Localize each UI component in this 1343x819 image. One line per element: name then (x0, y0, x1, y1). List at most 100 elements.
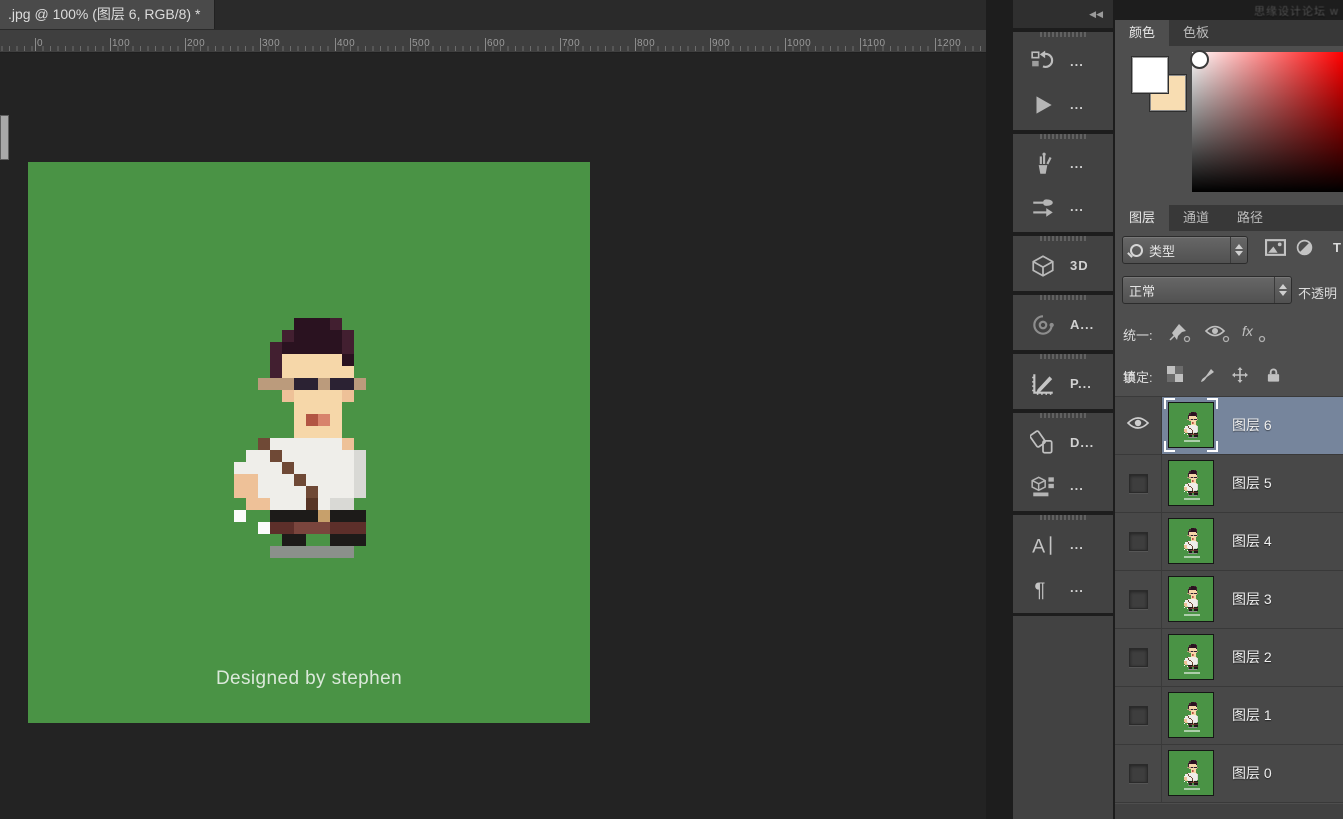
layer-row[interactable]: 图层 5 (1115, 455, 1343, 513)
section-grip-icon[interactable] (1040, 515, 1086, 520)
collapse-arrows-icon: ◀◀ (1089, 9, 1103, 19)
tab-channels[interactable]: 通道 (1169, 205, 1223, 231)
layer-visibility-toggle[interactable] (1115, 513, 1162, 570)
layer-visibility-toggle[interactable] (1115, 397, 1162, 454)
panel-button-label: ... (1070, 537, 1084, 552)
ruler-label: 700 (562, 38, 580, 49)
panel-button-3d-cube[interactable]: 3D (1013, 244, 1113, 287)
panel-button-graph-pencil[interactable]: P... (1013, 362, 1113, 405)
panel-button-device-preview[interactable]: D... (1013, 421, 1113, 464)
tab-color[interactable]: 颜色 (1115, 20, 1169, 46)
layer-row[interactable]: 图层 0 (1115, 745, 1343, 803)
section-grip-icon[interactable] (1040, 236, 1086, 241)
history-icon (1030, 49, 1060, 75)
filter-image-icon[interactable] (1265, 239, 1286, 261)
unify-label: 统一: (1123, 325, 1153, 344)
layers-list: 图层 6 图层 5图层 4图层 3 图层 2 图层 1 图层 0 (1115, 397, 1343, 803)
panel-button-brush-settings[interactable]: ... (1013, 185, 1113, 228)
panel-button-3d-material[interactable]: ... (1013, 464, 1113, 507)
3d-cube-icon (1030, 253, 1060, 279)
ruler-label: 100 (112, 38, 130, 49)
layer-row[interactable]: 图层 3 (1115, 571, 1343, 629)
thumbnail-credit-line (1184, 730, 1200, 732)
panel-dock-section: P... (1013, 354, 1113, 409)
panel-button-history[interactable]: ... (1013, 40, 1113, 83)
panel-button-paragraph[interactable]: ¶... (1013, 566, 1113, 609)
foreground-color-swatch[interactable] (1132, 57, 1168, 93)
panel-button-label: ... (1070, 97, 1084, 112)
dropdown-stepper-icon (1274, 277, 1291, 303)
color-picker-ring (1190, 50, 1209, 69)
ruler-label: 1200 (937, 38, 961, 49)
section-grip-icon[interactable] (1040, 134, 1086, 139)
layer-visibility-toggle[interactable] (1115, 629, 1162, 686)
section-grip-icon[interactable] (1040, 295, 1086, 300)
section-grip-icon[interactable] (1040, 413, 1086, 418)
layer-visibility-toggle[interactable] (1115, 687, 1162, 744)
visibility-checkbox (1129, 648, 1148, 667)
layer-visibility-toggle[interactable] (1115, 571, 1162, 628)
photoshop-window: .jpg @ 100% (图层 6, RGB/8) * 010020030040… (0, 0, 1343, 819)
layer-name: 图层 2 (1232, 647, 1272, 667)
layer-filter-row: 类型 T (1115, 231, 1343, 270)
brush-presets-icon (1030, 151, 1060, 177)
lock-pixels-brush-icon[interactable] (1199, 366, 1219, 384)
layer-visibility-toggle[interactable] (1115, 745, 1162, 802)
paragraph-icon: ¶ (1030, 575, 1060, 601)
ruler-label: 300 (262, 38, 280, 49)
layer-row[interactable]: 图层 6 (1115, 397, 1343, 455)
character-panel-icon: A (1030, 532, 1060, 558)
tab-swatches[interactable]: 色板 (1169, 20, 1223, 46)
tab-paths[interactable]: 路径 (1223, 205, 1277, 231)
lock-all-padlock-icon[interactable] (1266, 366, 1286, 384)
collapse-panels-button[interactable]: ◀◀ (1013, 0, 1113, 28)
selection-bracket-icon (1207, 441, 1218, 452)
panel-dock-section: D...... (1013, 413, 1113, 511)
layer-row[interactable]: 图层 1 (1115, 687, 1343, 745)
blend-mode-dropdown[interactable]: 正常 (1122, 276, 1292, 304)
unify-visibility-eye-icon[interactable] (1204, 322, 1232, 344)
layer-row[interactable]: 图层 2 (1115, 629, 1343, 687)
panel-button-character-panel[interactable]: A... (1013, 523, 1113, 566)
visibility-checkbox (1129, 590, 1148, 609)
unify-effects-fx-icon[interactable]: fx (1241, 322, 1269, 344)
layer-row[interactable]: 图层 4 (1115, 513, 1343, 571)
horizontal-ruler[interactable]: 0100200300400500600700800900100011001200 (0, 30, 986, 53)
section-grip-icon[interactable] (1040, 354, 1086, 359)
lock-row: 锁定: 填 (1115, 355, 1343, 397)
layer-thumbnail[interactable] (1168, 576, 1214, 622)
panel-button-actions-play[interactable]: ... (1013, 83, 1113, 126)
layer-name: 图层 6 (1232, 415, 1272, 435)
section-grip-icon[interactable] (1040, 32, 1086, 37)
color-panel-body (1115, 46, 1343, 205)
selection-bracket-icon (1164, 398, 1175, 409)
color-gradient-field[interactable] (1192, 52, 1343, 192)
tab-layers[interactable]: 图层 (1115, 205, 1169, 231)
layer-thumbnail[interactable] (1168, 518, 1214, 564)
filter-adjustment-icon[interactable] (1296, 239, 1313, 261)
dock-top-strip: 思缘设计论坛 w (1115, 0, 1343, 20)
layer-thumbnail[interactable] (1168, 750, 1214, 796)
layer-visibility-toggle[interactable] (1115, 455, 1162, 512)
layer-filter-dropdown[interactable]: 类型 (1122, 236, 1248, 264)
panel-button-swirl[interactable]: A... (1013, 303, 1113, 346)
lock-position-move-icon[interactable] (1231, 366, 1251, 384)
layer-name: 图层 0 (1232, 763, 1272, 783)
document-tab[interactable]: .jpg @ 100% (图层 6, RGB/8) * (0, 0, 215, 29)
unify-position-pin-icon[interactable] (1166, 322, 1194, 344)
panel-button-label: ... (1070, 478, 1084, 493)
filter-type-icon[interactable]: T (1333, 240, 1341, 255)
visibility-checkbox (1129, 474, 1148, 493)
panel-button-brush-presets[interactable]: ... (1013, 142, 1113, 185)
lock-transparency-icon[interactable] (1167, 366, 1187, 384)
svg-text:fx: fx (1242, 323, 1254, 339)
thumbnail-credit-line (1184, 498, 1200, 500)
layer-thumbnail[interactable] (1168, 692, 1214, 738)
image-canvas[interactable]: Designed by stephen (28, 162, 590, 723)
layer-thumbnail[interactable] (1168, 460, 1214, 506)
ruler-label: 600 (487, 38, 505, 49)
ruler-label: 1000 (787, 38, 811, 49)
layer-thumbnail[interactable] (1168, 634, 1214, 680)
docked-panel-fragment (0, 115, 9, 160)
blend-mode-value: 正常 (1123, 281, 1274, 300)
